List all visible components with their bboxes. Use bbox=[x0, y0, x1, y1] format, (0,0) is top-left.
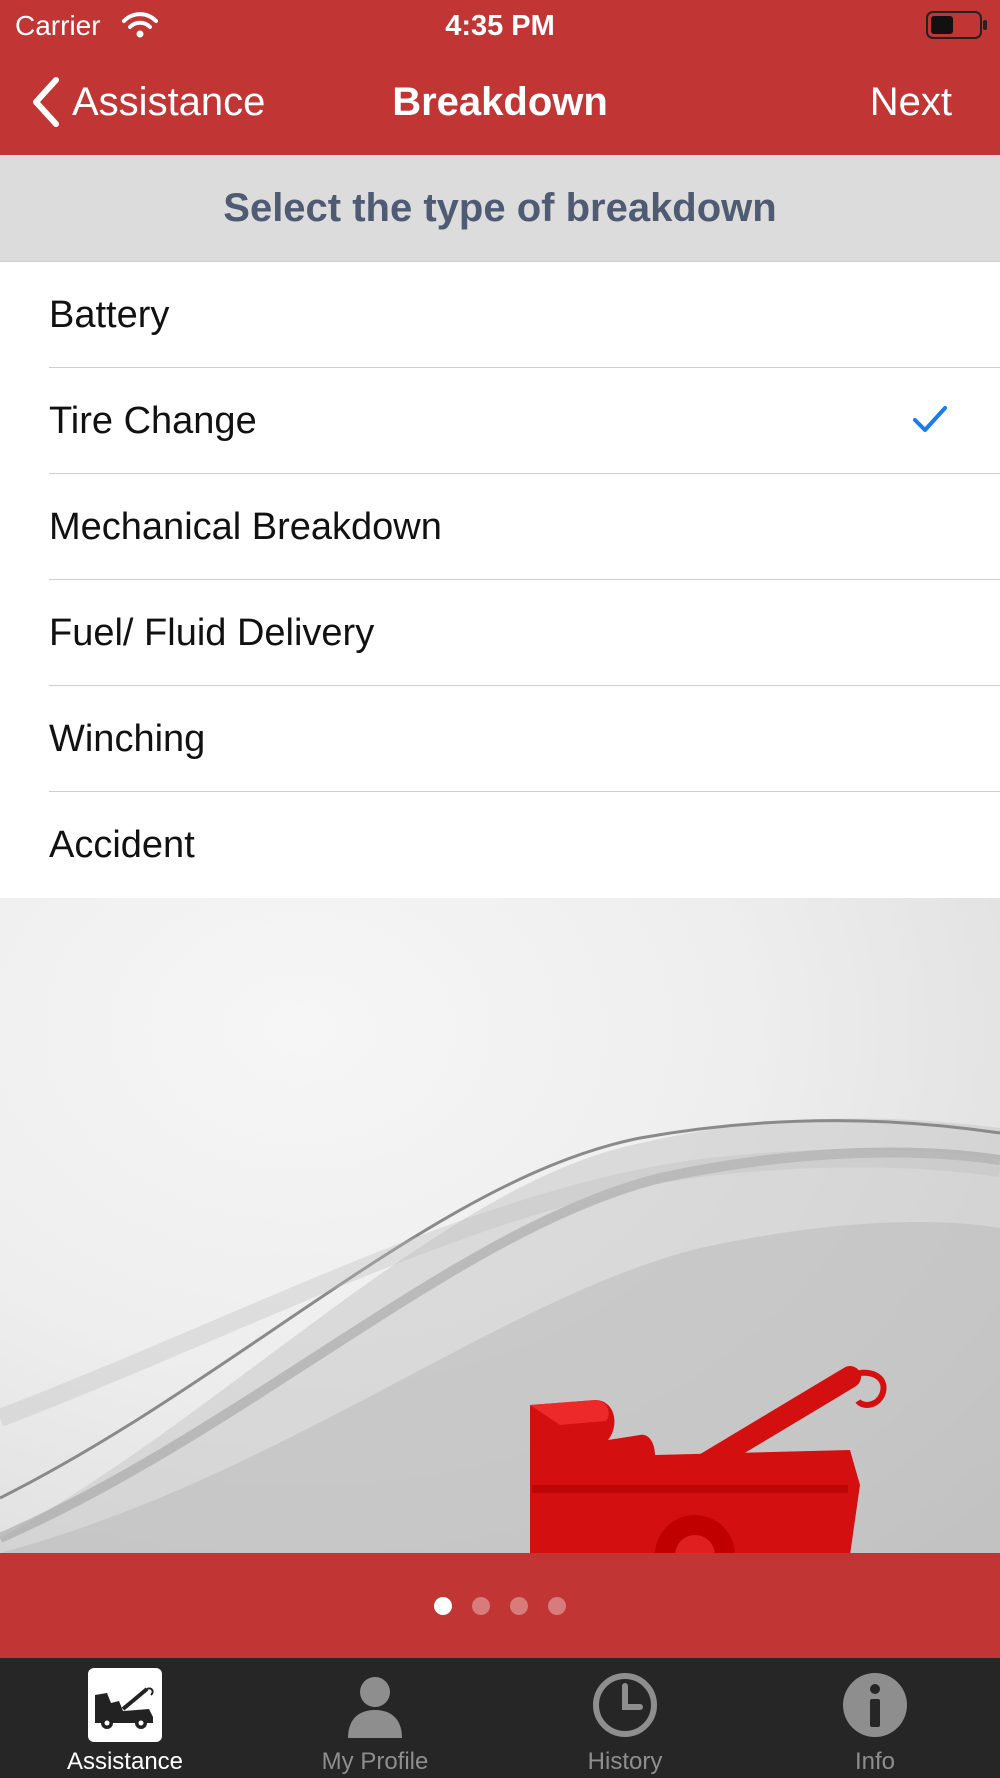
page-dot-3[interactable] bbox=[510, 1596, 528, 1615]
page-dot-1[interactable] bbox=[434, 1596, 452, 1615]
tab-icon-container bbox=[338, 1668, 412, 1742]
list-item-label: Tire Change bbox=[49, 399, 257, 442]
page-dot-2[interactable] bbox=[472, 1596, 490, 1615]
tab-icon-container bbox=[588, 1668, 662, 1742]
section-header: Select the type of breakdown bbox=[0, 155, 1000, 262]
tab-my-profile[interactable]: My Profile bbox=[250, 1658, 500, 1778]
list-item-accident[interactable]: Accident bbox=[0, 792, 1000, 898]
tab-label: History bbox=[587, 1748, 663, 1775]
next-button[interactable]: Next bbox=[870, 80, 952, 125]
tab-assistance[interactable]: Assistance bbox=[0, 1658, 250, 1778]
tab-label: My Profile bbox=[321, 1748, 429, 1775]
list-item-label: Battery bbox=[49, 293, 170, 336]
page-title: Breakdown bbox=[392, 80, 608, 124]
list-item-winching[interactable]: Winching bbox=[0, 686, 1000, 792]
list-item-label: Accident bbox=[49, 823, 195, 866]
tab-icon-container bbox=[88, 1668, 162, 1742]
breakdown-type-list: Battery Tire Change Mechanical Breakdown… bbox=[0, 262, 1000, 899]
tow-truck-glyph bbox=[95, 1687, 154, 1729]
list-item-tire-change[interactable]: Tire Change bbox=[0, 368, 1000, 474]
tab-bar: Assistance My Profile History Info bbox=[0, 1658, 1000, 1778]
list-item-mechanical-breakdown[interactable]: Mechanical Breakdown bbox=[0, 474, 1000, 580]
list-item-label: Fuel/ Fluid Delivery bbox=[49, 611, 375, 654]
tab-label: Assistance bbox=[66, 1748, 184, 1775]
page-indicator bbox=[0, 1553, 1000, 1658]
tab-history[interactable]: History bbox=[500, 1658, 750, 1778]
list-item-label: Mechanical Breakdown bbox=[49, 505, 442, 548]
status-time: 4:35 PM bbox=[445, 10, 555, 42]
info-icon bbox=[843, 1673, 907, 1737]
battery-icon bbox=[926, 11, 987, 39]
list-item-fuel-fluid-delivery[interactable]: Fuel/ Fluid Delivery bbox=[0, 580, 1000, 686]
section-title: Select the type of breakdown bbox=[223, 185, 777, 230]
tab-icon-container bbox=[838, 1668, 912, 1742]
app-screen: Carrier 4:35 PM Assistance Breakdown Nex… bbox=[0, 0, 1000, 1778]
navigation-bar: Carrier 4:35 PM Assistance Breakdown Nex… bbox=[0, 0, 1000, 155]
list-item-label: Winching bbox=[49, 717, 206, 760]
person-icon bbox=[348, 1677, 402, 1738]
list-item-battery[interactable]: Battery bbox=[0, 262, 1000, 368]
checkmark-icon bbox=[913, 406, 947, 432]
tow-truck-logo bbox=[530, 1366, 887, 1555]
clock-icon bbox=[593, 1673, 657, 1737]
page-dot-4[interactable] bbox=[548, 1596, 566, 1615]
tab-label: Info bbox=[854, 1748, 896, 1775]
tab-info[interactable]: Info bbox=[750, 1658, 1000, 1778]
tow-truck-icon bbox=[88, 1668, 162, 1742]
